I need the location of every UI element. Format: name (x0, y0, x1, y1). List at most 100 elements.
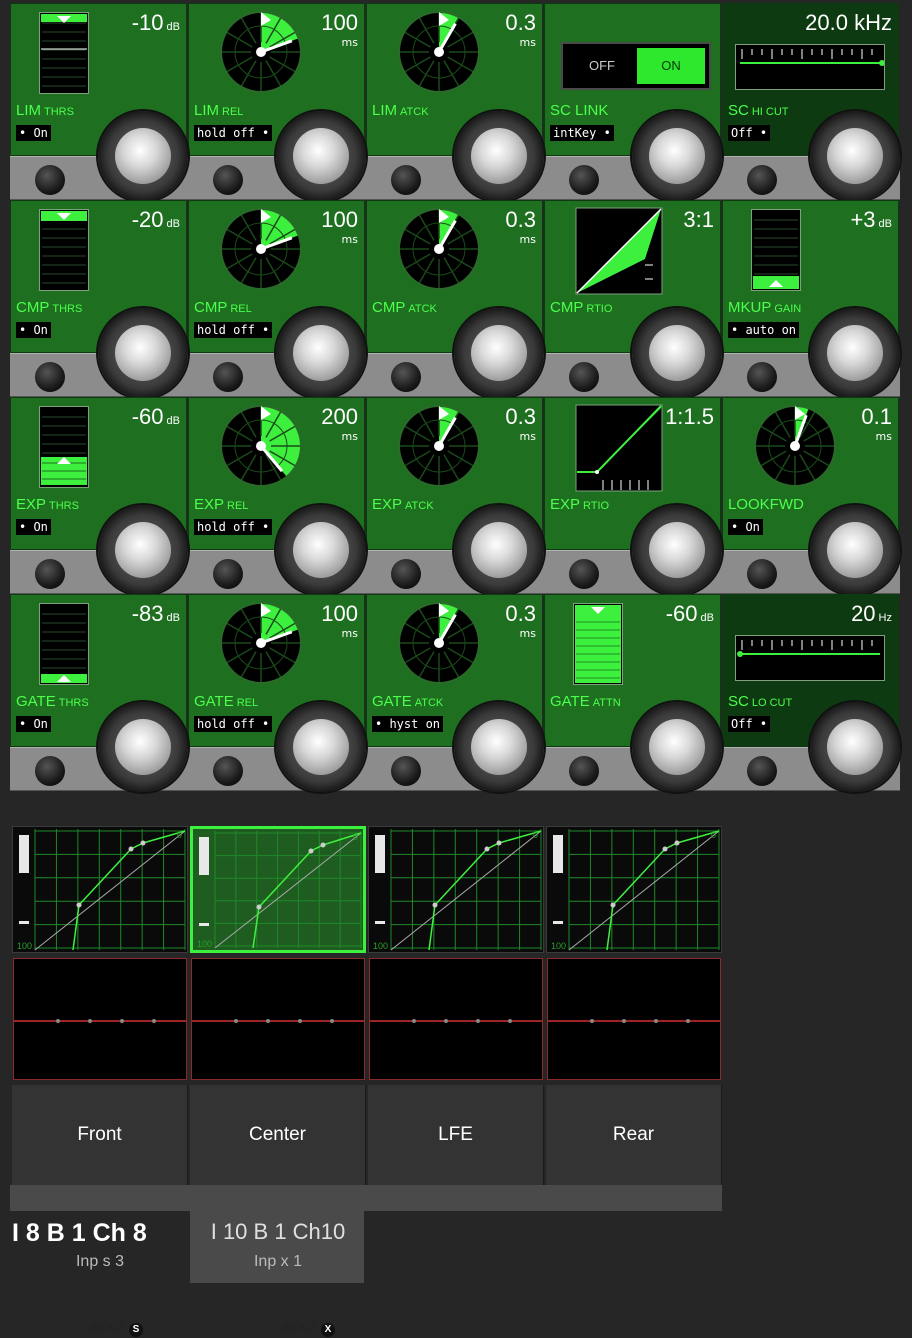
rotary-encoder-4-4[interactable] (632, 702, 722, 792)
gate-thrs-meter[interactable] (39, 603, 89, 685)
dyn-graph-front[interactable]: 100 0 (12, 826, 188, 953)
rotary-encoder-4-2[interactable] (276, 702, 366, 792)
exp-rtio-label-sub: RTIO (583, 500, 610, 512)
lim-rel-dial[interactable] (217, 8, 307, 102)
rotary-encoder-3-1[interactable] (98, 505, 188, 595)
gate-atck-status[interactable]: • hyst on (372, 716, 444, 732)
exp-atck-dial[interactable] (395, 402, 485, 496)
eq-graph-center[interactable] (191, 958, 365, 1080)
lim-rel-status[interactable]: hold off • (194, 125, 273, 141)
exp-thrs-label-sub: THRS (49, 500, 79, 512)
rotary-encoder-3-3[interactable] (454, 505, 544, 595)
rotary-encoder-4-3[interactable] (454, 702, 544, 792)
sc-lo-cut-status[interactable]: Off • (728, 716, 771, 732)
exp-rtio-label-main: EXP (550, 496, 581, 513)
toggle-off-label[interactable]: OFF (569, 50, 635, 82)
exp-thrs-value-text: -60 (131, 404, 164, 429)
gate-thrs-status[interactable]: • On (16, 716, 51, 732)
sc-link-toggle[interactable]: OFF ON (561, 42, 711, 90)
exp-thrs-meter[interactable] (39, 406, 89, 488)
rotary-encoder-3-4[interactable] (632, 505, 722, 595)
select-button-1-3[interactable] (391, 165, 421, 195)
select-button-3-1[interactable] (35, 559, 65, 589)
rotary-encoder-4-1[interactable] (98, 702, 188, 792)
cmp-rel-label-sub: REL (230, 303, 252, 315)
select-button-3-4[interactable] (569, 559, 599, 589)
exp-rel-dial[interactable] (217, 402, 307, 496)
select-button-1-5[interactable] (747, 165, 777, 195)
channel-strip-2[interactable]: I 10 B 1 Ch10 Inp x 1 INPUT X (190, 1211, 366, 1338)
select-button-2-4[interactable] (569, 362, 599, 392)
select-button-1-4[interactable] (569, 165, 599, 195)
mkup-gain-status[interactable]: • auto on (728, 322, 800, 338)
input-tag: INPUT X (282, 1321, 335, 1337)
select-button-4-1[interactable] (35, 756, 65, 786)
select-button-3-5[interactable] (747, 559, 777, 589)
exp-rel-status[interactable]: hold off • (194, 519, 273, 535)
lim-thrs-status[interactable]: • On (16, 125, 51, 141)
group-name-lfe[interactable]: LFE (368, 1085, 544, 1185)
rotary-encoder-1-5[interactable] (810, 111, 900, 201)
rotary-encoder-2-1[interactable] (98, 308, 188, 398)
dyn-graph-lfe[interactable]: 100 0 (368, 826, 544, 953)
cmp-rtio-ratio-graph[interactable] (575, 207, 663, 299)
exp-rtio-ratio-graph[interactable] (575, 404, 663, 496)
rotary-encoder-1-4[interactable] (632, 111, 722, 201)
sc-lo-cut-freq-bar[interactable] (735, 635, 885, 681)
rotary-encoder-3-2[interactable] (276, 505, 366, 595)
gate-attn-meter[interactable] (573, 603, 623, 685)
gate-rel-status[interactable]: hold off • (194, 716, 273, 732)
toggle-on-label[interactable]: ON (637, 48, 705, 84)
gate-rel-dial[interactable] (217, 599, 307, 693)
group-name-center[interactable]: Center (190, 1085, 366, 1185)
eq-graph-rear[interactable] (547, 958, 721, 1080)
rotary-encoder-4-5[interactable] (810, 702, 900, 792)
cmp-rel-dial[interactable] (217, 205, 307, 299)
gate-atck-dial[interactable] (395, 599, 485, 693)
rotary-encoder-2-5[interactable] (810, 308, 900, 398)
lim-thrs-meter[interactable] (39, 12, 89, 94)
sc-hi-cut-status[interactable]: Off • (728, 125, 771, 141)
dyn-graph-rear[interactable]: 100 0 (546, 826, 722, 953)
select-button-3-3[interactable] (391, 559, 421, 589)
rotary-encoder-2-3[interactable] (454, 308, 544, 398)
select-button-3-2[interactable] (213, 559, 243, 589)
exp-atck-label: EXP ATCK (372, 496, 434, 513)
rotary-encoder-2-2[interactable] (276, 308, 366, 398)
rotary-encoder-3-5[interactable] (810, 505, 900, 595)
eq-graph-front[interactable] (13, 958, 187, 1080)
group-name-front[interactable]: Front (12, 1085, 188, 1185)
select-button-1-2[interactable] (213, 165, 243, 195)
sc-hi-cut-freq-bar[interactable] (735, 44, 885, 90)
cmp-thrs-status[interactable]: • On (16, 322, 51, 338)
lookfwd--status[interactable]: • On (728, 519, 763, 535)
select-button-4-5[interactable] (747, 756, 777, 786)
select-button-4-2[interactable] (213, 756, 243, 786)
select-button-1-1[interactable] (35, 165, 65, 195)
cmp-rel-status[interactable]: hold off • (194, 322, 273, 338)
select-button-2-1[interactable] (35, 362, 65, 392)
graph-top-label: 0 (177, 830, 182, 840)
sc-link--status[interactable]: intKey • (550, 125, 614, 141)
lookfwd--dial[interactable] (751, 402, 841, 496)
rotary-encoder-1-1[interactable] (98, 111, 188, 201)
rotary-encoder-1-3[interactable] (454, 111, 544, 201)
lim-atck-dial[interactable] (395, 8, 485, 102)
select-button-2-5[interactable] (747, 362, 777, 392)
select-button-2-3[interactable] (391, 362, 421, 392)
eq-graph-lfe[interactable] (369, 958, 543, 1080)
group-name-rear[interactable]: Rear (546, 1085, 722, 1185)
rotary-encoder-1-2[interactable] (276, 111, 366, 201)
cmp-atck-dial[interactable] (395, 205, 485, 299)
encoder-cap (649, 325, 705, 381)
select-button-2-2[interactable] (213, 362, 243, 392)
channel-strip-1[interactable]: I 8 B 1 Ch 8 Inp s 3 INPUT S (12, 1211, 188, 1338)
exp-thrs-status[interactable]: • On (16, 519, 51, 535)
select-button-4-4[interactable] (569, 756, 599, 786)
mkup-gain-meter[interactable] (751, 209, 801, 291)
exp-atck-label-sub: ATCK (405, 500, 434, 512)
select-button-4-3[interactable] (391, 756, 421, 786)
cmp-thrs-meter[interactable] (39, 209, 89, 291)
dyn-graph-center[interactable]: 100 0 (190, 826, 366, 953)
rotary-encoder-2-4[interactable] (632, 308, 722, 398)
